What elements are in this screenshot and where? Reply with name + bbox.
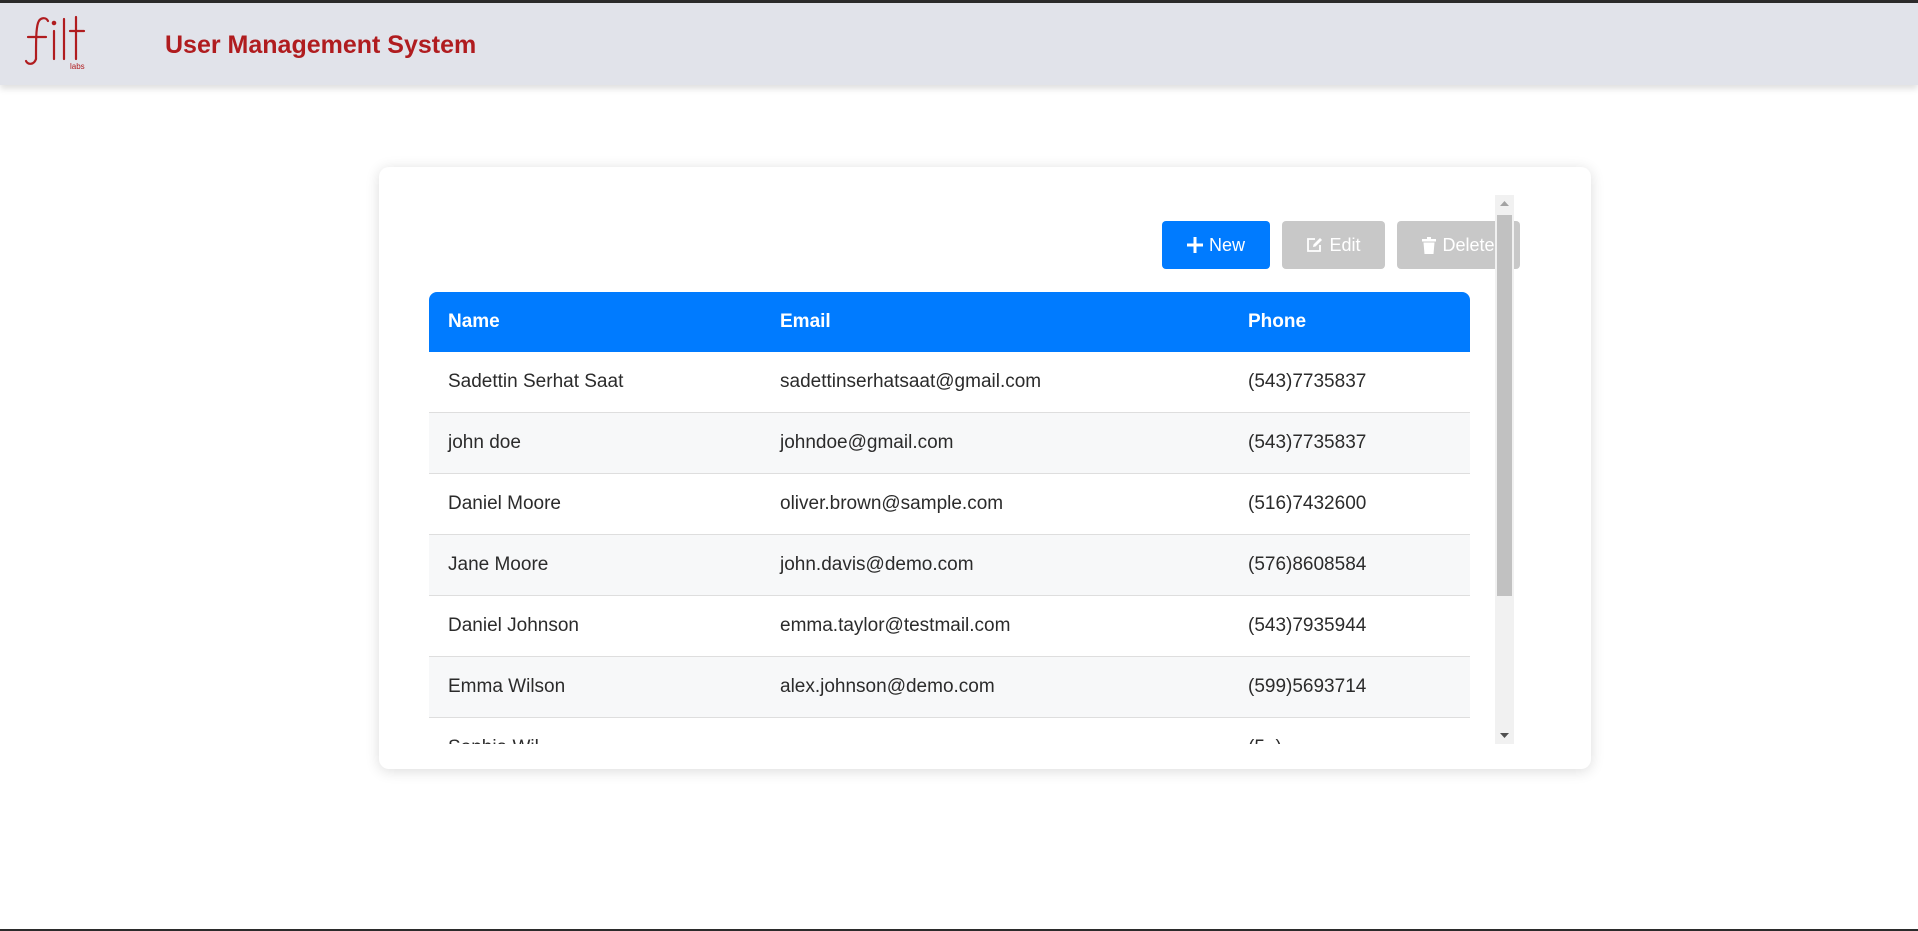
edit-icon [1306,237,1323,253]
cell-phone: (516)7432600 [1229,473,1470,535]
cell-name: Sadettin Serhat Saat [429,352,761,413]
column-header-email[interactable]: Email [761,292,1229,352]
users-card: New Edit Delete Name Email Phone Sadetti… [379,167,1591,769]
trash-icon [1422,236,1437,254]
users-table: Name Email Phone Sadettin Serhat Saat sa… [429,292,1470,744]
new-button-label: New [1208,234,1245,255]
cell-name: Daniel Johnson [429,595,761,657]
cell-email: sadettinserhatsaat@gmail.com [761,352,1229,413]
table-row[interactable]: john doe johndoe@gmail.com (543)7735837 [429,412,1470,474]
cell-phone: (543)7735837 [1229,352,1470,413]
table-row[interactable]: Sophia Wil... ... (5..)... [429,717,1470,744]
cell-email: alex.johnson@demo.com [761,656,1229,718]
delete-button-label: Delete [1442,234,1495,255]
table-header-row: Name Email Phone [429,292,1470,352]
new-button[interactable]: New [1162,221,1270,269]
fill-labs-logo[interactable]: labs [24,13,90,71]
plus-icon [1186,237,1203,253]
cell-phone: (543)7935944 [1229,595,1470,657]
table-row[interactable]: Sadettin Serhat Saat sadettinserhatsaat@… [429,352,1470,413]
cell-phone: (599)5693714 [1229,656,1470,718]
cell-email: emma.taylor@testmail.com [761,595,1229,657]
edit-button-label: Edit [1329,234,1361,255]
app-page: labs User Management System New Edit Del… [0,0,1918,931]
cell-phone: (543)7735837 [1229,412,1470,474]
table-row[interactable]: Daniel Johnson emma.taylor@testmail.com … [429,595,1470,657]
column-header-name[interactable]: Name [429,292,761,352]
cell-email: ... [761,717,1229,744]
app-title: User Management System [165,31,477,59]
cell-name: john doe [429,412,761,474]
scrollbar-thumb[interactable] [1497,215,1512,596]
action-toolbar: New Edit Delete [1162,221,1520,269]
cell-name: Daniel Moore [429,473,761,535]
users-table-wrapper: Name Email Phone Sadettin Serhat Saat sa… [429,292,1470,744]
cell-phone: (576)8608584 [1229,534,1470,596]
cell-email: oliver.brown@sample.com [761,473,1229,535]
table-row[interactable]: Jane Moore john.davis@demo.com (576)8608… [429,534,1470,596]
table-row[interactable]: Daniel Moore oliver.brown@sample.com (51… [429,473,1470,535]
app-header: labs User Management System [0,3,1918,85]
cell-name: Sophia Wil... [429,717,761,744]
vertical-scrollbar[interactable] [1495,195,1514,744]
svg-text:labs: labs [70,62,85,71]
table-row[interactable]: Emma Wilson alex.johnson@demo.com (599)5… [429,656,1470,718]
scroll-up-arrow-icon[interactable] [1495,195,1514,212]
cell-name: Emma Wilson [429,656,761,718]
edit-button[interactable]: Edit [1282,221,1385,269]
column-header-phone[interactable]: Phone [1229,292,1470,352]
cell-name: Jane Moore [429,534,761,596]
cell-email: john.davis@demo.com [761,534,1229,596]
users-scroll-area[interactable]: New Edit Delete Name Email Phone Sadetti… [429,195,1520,744]
scroll-down-arrow-icon[interactable] [1495,727,1514,744]
cell-email: johndoe@gmail.com [761,412,1229,474]
cell-phone: (5..)... [1229,717,1470,744]
